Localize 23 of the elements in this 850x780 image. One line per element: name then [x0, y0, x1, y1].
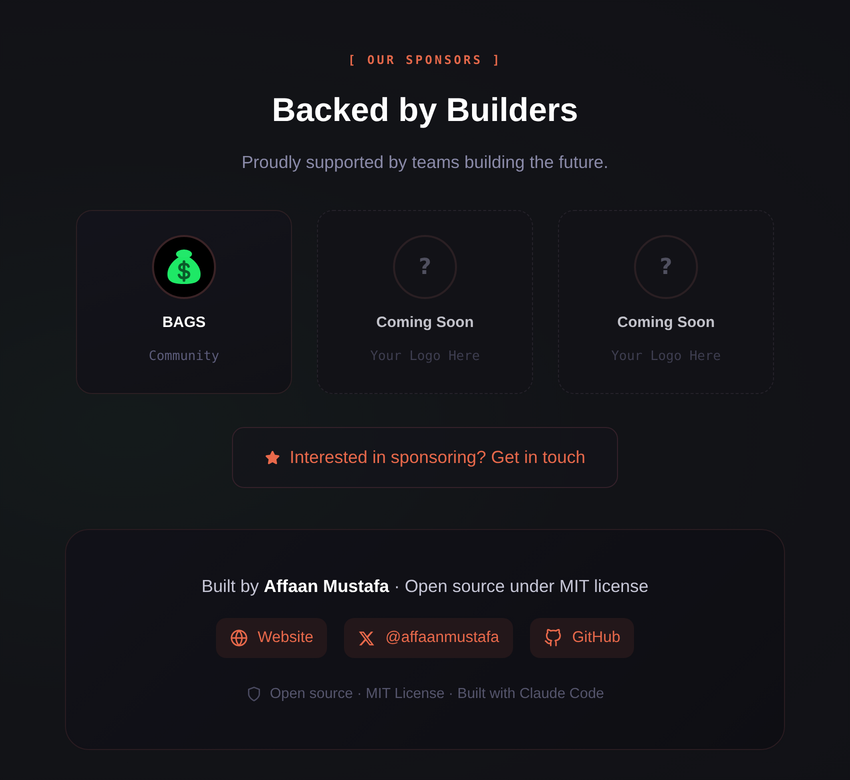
- shield-icon: [246, 686, 262, 702]
- globe-icon: [230, 629, 248, 647]
- question-mark-circle: ?: [393, 235, 457, 299]
- section-eyebrow: [ OUR SPONSORS ]: [348, 52, 502, 69]
- credit-text: Built by Affaan Mustafa · Open source under MIT license: [201, 575, 649, 598]
- sponsor-tagline: Your Logo Here: [370, 348, 480, 366]
- money-bag-icon: [152, 235, 216, 299]
- sponsor-tagline: Community: [148, 348, 220, 366]
- sponsor-name: BAGS: [162, 313, 206, 333]
- sponsor-tagline: Your Logo Here: [611, 348, 721, 366]
- star-icon: [264, 450, 280, 465]
- footer-note: Open source · MIT License · Built with Claude Code: [270, 685, 604, 704]
- sponsor-name: Coming Soon: [617, 313, 715, 333]
- sponsor-name: Coming Soon: [376, 313, 474, 333]
- section-subtitle: Proudly supported by teams building the future.: [242, 151, 608, 174]
- footer-link[interactable]: @affaanmustafa: [344, 618, 514, 658]
- sponsor-cta-button[interactable]: Interested in sponsoring? Get in touch: [232, 427, 618, 488]
- github-icon: [544, 629, 562, 647]
- footer-link[interactable]: GitHub: [530, 618, 634, 658]
- section-title: Backed by Builders: [272, 90, 578, 130]
- question-mark-circle: ?: [634, 235, 698, 299]
- x-logo-icon: [358, 630, 376, 646]
- footer-link[interactable]: Website: [216, 618, 328, 658]
